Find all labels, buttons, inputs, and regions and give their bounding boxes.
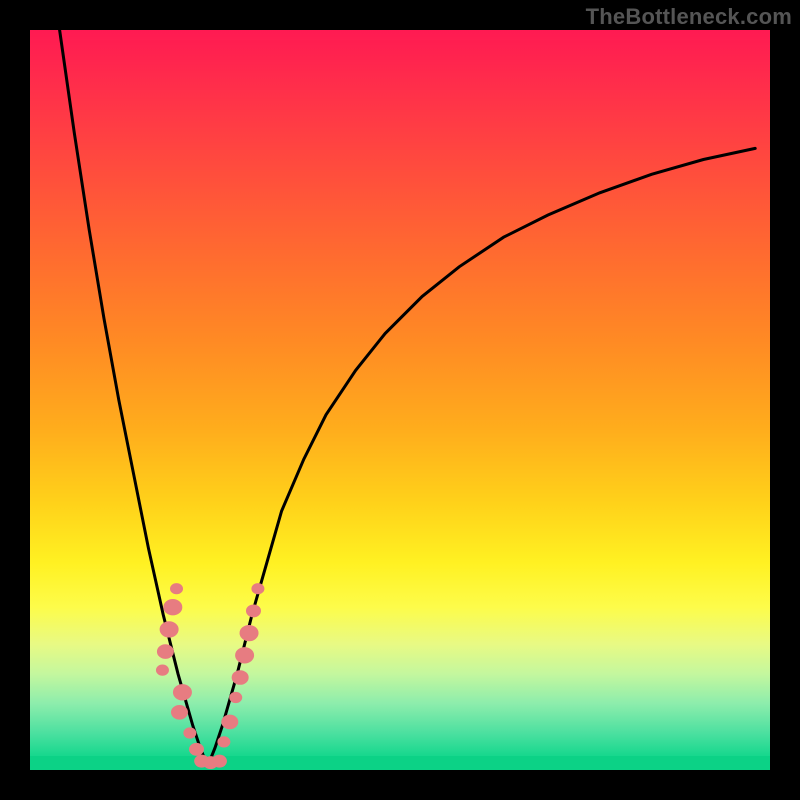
bead-group [156, 584, 263, 769]
bead-left-0 [171, 584, 183, 594]
bead-left-4 [156, 665, 168, 675]
bead-left-7 [184, 728, 196, 738]
bead-left-5 [173, 685, 191, 700]
bead-left-1 [164, 600, 182, 615]
watermark-text: TheBottleneck.com [586, 4, 792, 30]
bead-bottom-2 [212, 755, 226, 767]
bead-right-1 [246, 605, 260, 617]
chart-frame: TheBottleneck.com [0, 0, 800, 800]
bead-right-7 [218, 737, 230, 747]
curve-svg [30, 30, 770, 770]
plot-area [30, 30, 770, 770]
bead-left-2 [160, 622, 178, 637]
right-arm-curve [208, 148, 756, 766]
bead-right-0 [252, 584, 264, 594]
bead-right-4 [232, 671, 248, 685]
bead-left-8 [190, 743, 204, 755]
bead-right-2 [240, 625, 258, 640]
left-arm-curve [60, 30, 208, 766]
bead-right-3 [236, 648, 254, 663]
bead-left-3 [157, 645, 173, 659]
bead-left-6 [171, 705, 187, 719]
bead-right-5 [230, 692, 242, 702]
bead-right-6 [222, 715, 238, 729]
